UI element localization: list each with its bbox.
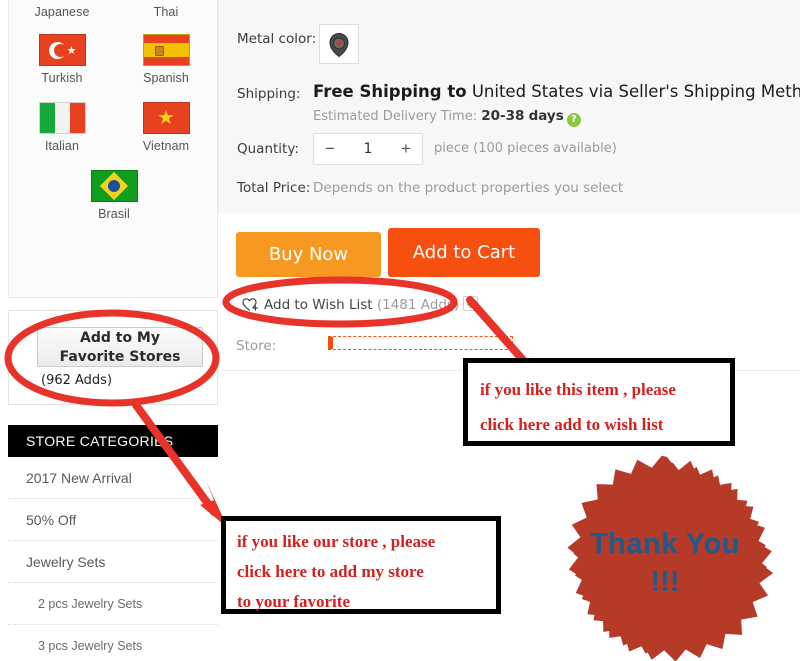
language-row: Japanese Thai (9, 0, 219, 20)
shipping-label: Shipping: (237, 86, 301, 102)
quantity-increment-button[interactable]: + (392, 134, 420, 164)
language-grid: Japanese Thai ★ Turkish Spanish Italian … (9, 0, 219, 222)
language-label: Vietnam (142, 139, 190, 153)
wish-list-count: (1481 Adds) (376, 297, 460, 313)
language-label: Spanish (143, 71, 189, 85)
total-price-hint: Depends on the product properties you se… (313, 180, 624, 196)
annotation-note-store: if you like our store , please click her… (221, 516, 501, 614)
language-label: Thai (153, 5, 179, 19)
estimated-delivery: Estimated Delivery Time: 20-38 days? (313, 108, 581, 127)
page-root: Japanese Thai ★ Turkish Spanish Italian … (0, 0, 800, 661)
language-item-vietnam[interactable]: ★ Vietnam (130, 102, 202, 154)
note-line: click here add to wish list (480, 415, 664, 434)
vn-flag-icon: ★ (142, 102, 190, 134)
store-categories-header: STORE CATEGORIES (8, 425, 218, 457)
thank-you-line1: Thank You (589, 528, 741, 560)
metal-color-swatch[interactable] (319, 24, 359, 64)
add-to-cart-button[interactable]: Add to Cart (388, 228, 540, 277)
note-line: if you like this item , please (480, 380, 676, 399)
thank-you-line2: !!! (650, 566, 680, 598)
add-to-favorite-stores-button[interactable]: Add to My Favorite Stores (37, 327, 203, 367)
it-flag-icon (38, 102, 86, 134)
note-line: to your favorite (237, 592, 350, 611)
quantity-label: Quantity: (237, 141, 299, 157)
heart-plus-icon (242, 298, 258, 311)
language-label: Turkish (41, 71, 83, 85)
language-item-thai[interactable]: Thai (130, 4, 202, 20)
buy-now-button[interactable]: Buy Now (236, 232, 381, 277)
category-item-2-pcs-jewelry-sets[interactable]: 2 pcs Jewelry Sets (8, 583, 218, 625)
estimated-delivery-value: 20-38 (481, 108, 525, 124)
total-price-label: Total Price: (237, 180, 311, 196)
store-categories-list: 2017 New Arrival 50% Off Jewelry Sets 2 … (8, 457, 218, 661)
store-loading-placeholder (328, 336, 513, 350)
es-flag-icon (142, 34, 190, 66)
category-item-50-off[interactable]: 50% Off (8, 499, 218, 541)
category-item-2017-new-arrival[interactable]: 2017 New Arrival (8, 457, 218, 499)
chevron-down-icon[interactable] (463, 296, 479, 311)
language-row: Brasil (9, 170, 219, 222)
annotation-note-wishlist: if you like this item , please click her… (463, 358, 735, 446)
product-properties-panel: Metal color: Shipping: Free Shipping to … (218, 0, 800, 213)
language-row: ★ Turkish Spanish (9, 34, 219, 86)
left-sidebar: Japanese Thai ★ Turkish Spanish Italian … (0, 0, 218, 661)
pendant-thumbnail-icon (329, 33, 349, 58)
quantity-decrement-button[interactable]: − (316, 134, 344, 164)
store-label: Store: (236, 338, 277, 354)
favorite-button-label-line1: Add to My (80, 330, 160, 346)
favorite-adds-count: (962 Adds) (41, 373, 113, 388)
metal-color-label: Metal color: (237, 31, 317, 47)
note-line: if you like our store , please (237, 532, 436, 551)
tr-flag-icon: ★ (38, 34, 86, 66)
category-item-3-pcs-jewelry-sets[interactable]: 3 pcs Jewelry Sets (8, 625, 218, 661)
language-label: Japanese (34, 5, 90, 19)
language-label: Italian (44, 139, 80, 153)
estimated-delivery-label: Estimated Delivery Time: (313, 109, 478, 124)
language-label: Brasil (98, 207, 130, 221)
category-item-jewelry-sets[interactable]: Jewelry Sets (8, 541, 218, 583)
language-item-spanish[interactable]: Spanish (130, 34, 202, 86)
add-to-wish-list-button[interactable]: Add to Wish List (1481 Adds) (242, 294, 479, 313)
shipping-value: Free Shipping to United States via Selle… (313, 82, 800, 101)
language-row: Italian ★ Vietnam (9, 102, 219, 154)
quantity-stepper[interactable]: − 1 + (313, 133, 423, 165)
shipping-destination: United States via Seller's Shipping Meth… (471, 82, 800, 101)
shipping-free-prefix: Free Shipping to (313, 82, 467, 101)
br-flag-icon (90, 170, 138, 202)
estimated-delivery-unit: days (528, 108, 564, 124)
language-item-brasil[interactable]: Brasil (78, 170, 150, 222)
question-mark-icon[interactable]: ? (566, 113, 581, 127)
language-item-turkish[interactable]: ★ Turkish (26, 34, 98, 86)
language-item-japanese[interactable]: Japanese (26, 4, 98, 20)
quantity-availability-hint: piece (100 pieces available) (434, 141, 617, 156)
quantity-input[interactable]: 1 (344, 134, 392, 164)
wish-list-label: Add to Wish List (264, 297, 373, 313)
favorite-store-box: Add to My Favorite Stores (962 Adds) (8, 310, 218, 405)
language-item-italian[interactable]: Italian (26, 102, 98, 154)
note-line: click here to add my store (237, 562, 424, 581)
favorite-button-label-line2: Favorite Stores (59, 349, 181, 365)
thank-you-text: Thank You !!! (575, 527, 755, 603)
language-panel: Japanese Thai ★ Turkish Spanish Italian … (8, 0, 218, 298)
